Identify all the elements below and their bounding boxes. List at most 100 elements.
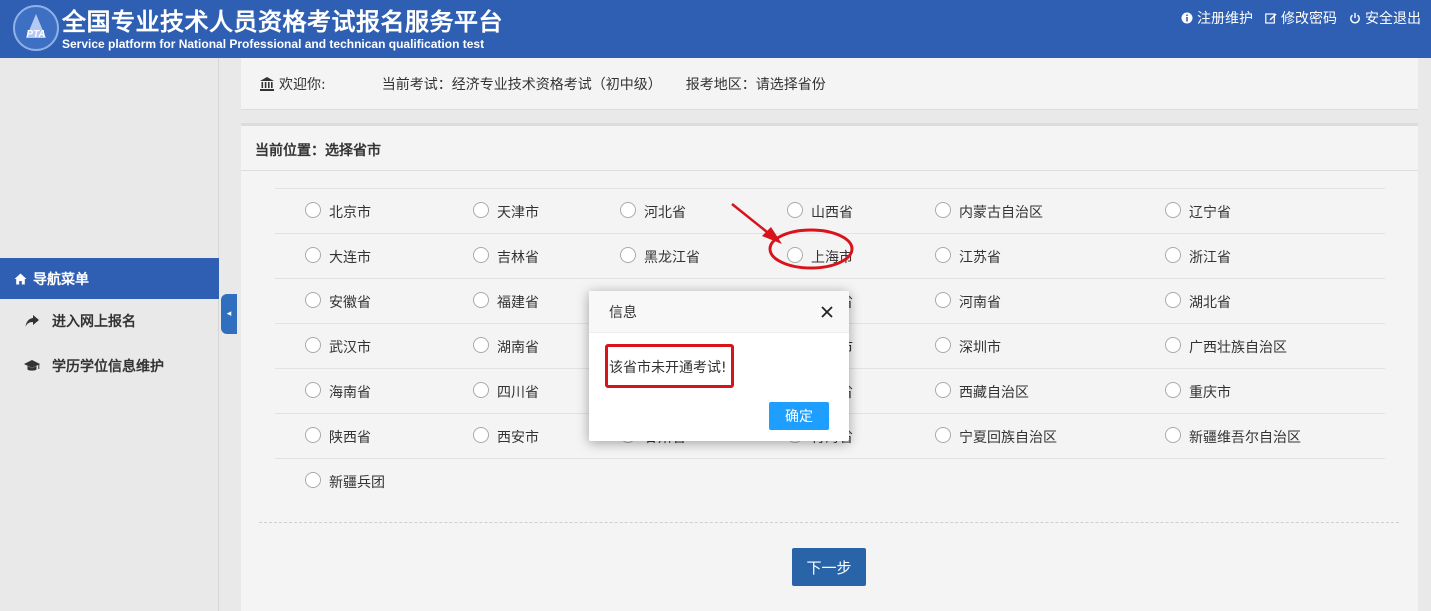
province-radio[interactable] xyxy=(1165,426,1181,443)
welcome-bar: 欢迎你: 当前考试：经济专业技术资格考试（初中级） 报考地区：请选择省份 xyxy=(241,58,1418,110)
province-option[interactable]: 重庆市 xyxy=(1165,369,1231,414)
province-label: 河南省 xyxy=(959,294,1001,311)
info-icon xyxy=(1181,12,1193,24)
province-radio[interactable] xyxy=(305,426,321,443)
province-radio[interactable] xyxy=(935,246,951,263)
province-option[interactable]: 宁夏回族自治区 xyxy=(935,414,1057,459)
province-label: 黑龙江省 xyxy=(644,249,700,266)
dashed-divider xyxy=(259,522,1399,523)
register-maintain-link[interactable]: 注册维护 xyxy=(1181,8,1253,28)
province-option[interactable]: 西藏自治区 xyxy=(935,369,1029,414)
change-password-label: 修改密码 xyxy=(1281,11,1337,27)
province-radio[interactable] xyxy=(473,336,489,353)
platform-title: 全国专业技术人员资格考试报名服务平台 xyxy=(62,8,503,36)
province-label: 新疆维吾尔自治区 xyxy=(1189,429,1301,446)
province-radio[interactable] xyxy=(1165,381,1181,398)
province-option[interactable]: 天津市 xyxy=(473,189,539,234)
province-radio[interactable] xyxy=(473,246,489,263)
top-links: 注册维护 修改密码 安全退出 xyxy=(1181,8,1421,28)
change-password-link[interactable]: 修改密码 xyxy=(1265,8,1337,28)
province-radio[interactable] xyxy=(305,381,321,398)
province-option[interactable]: 安徽省 xyxy=(305,279,371,324)
home-icon xyxy=(14,273,27,284)
province-radio[interactable] xyxy=(1165,246,1181,263)
province-label: 福建省 xyxy=(497,294,539,311)
province-radio[interactable] xyxy=(935,291,951,308)
province-option[interactable]: 新疆兵团 xyxy=(305,459,385,504)
edit-icon xyxy=(1265,13,1277,24)
province-radio[interactable] xyxy=(473,201,489,218)
sidebar-collapse-toggle[interactable]: ◂ xyxy=(221,294,237,334)
province-radio[interactable] xyxy=(1165,201,1181,218)
province-option[interactable]: 河北省 xyxy=(620,189,686,234)
province-option[interactable]: 广西壮族自治区 xyxy=(1165,324,1287,369)
graduation-cap-icon xyxy=(24,360,40,371)
logout-label: 安全退出 xyxy=(1365,11,1421,27)
province-option[interactable]: 海南省 xyxy=(305,369,371,414)
province-option[interactable]: 深圳市 xyxy=(935,324,1001,369)
province-option[interactable]: 西安市 xyxy=(473,414,539,459)
sidebar-item-online-registration[interactable]: 进入网上报名 xyxy=(0,299,219,343)
province-radio[interactable] xyxy=(305,336,321,353)
province-option[interactable]: 山西省 xyxy=(787,189,853,234)
province-option[interactable]: 吉林省 xyxy=(473,234,539,279)
close-icon[interactable] xyxy=(819,304,835,320)
province-label: 新疆兵团 xyxy=(329,474,385,491)
province-radio[interactable] xyxy=(473,381,489,398)
province-radio[interactable] xyxy=(787,246,803,263)
province-label: 湖南省 xyxy=(497,339,539,356)
current-exam: 当前考试：经济专业技术资格考试（初中级） xyxy=(381,76,662,93)
province-option[interactable]: 辽宁省 xyxy=(1165,189,1231,234)
province-radio[interactable] xyxy=(305,201,321,218)
province-radio[interactable] xyxy=(305,246,321,263)
province-option[interactable]: 福建省 xyxy=(473,279,539,324)
platform-subtitle: Service platform for National Profession… xyxy=(62,37,485,51)
next-step-button[interactable]: 下一步 xyxy=(792,548,866,586)
province-label: 深圳市 xyxy=(959,339,1001,356)
exam-region: 报考地区：请选择省份 xyxy=(685,76,826,93)
province-option[interactable]: 新疆维吾尔自治区 xyxy=(1165,414,1301,459)
province-radio[interactable] xyxy=(787,201,803,218)
province-option[interactable]: 上海市 xyxy=(787,234,853,279)
welcome-greeting: 欢迎你: xyxy=(279,76,326,93)
province-label: 天津市 xyxy=(497,204,539,221)
province-option[interactable]: 四川省 xyxy=(473,369,539,414)
info-dialog: 信息 该省市未开通考试! 确定 xyxy=(589,291,849,441)
province-radio[interactable] xyxy=(305,291,321,308)
province-option[interactable]: 北京市 xyxy=(305,189,371,234)
province-radio[interactable] xyxy=(935,201,951,218)
province-label: 江苏省 xyxy=(959,249,1001,266)
sidebar-item-label: 学历学位信息维护 xyxy=(52,359,164,375)
province-option[interactable]: 河南省 xyxy=(935,279,1001,324)
province-option[interactable]: 大连市 xyxy=(305,234,371,279)
province-radio[interactable] xyxy=(935,426,951,443)
sidebar-item-education-info[interactable]: 学历学位信息维护 xyxy=(0,344,219,388)
province-radio[interactable] xyxy=(620,201,636,218)
divider xyxy=(241,170,1418,171)
province-option[interactable]: 武汉市 xyxy=(305,324,371,369)
province-label: 辽宁省 xyxy=(1189,204,1231,221)
province-row: 大连市 吉林省 黑龙江省 上海市 江苏省 浙江省 xyxy=(275,233,1385,278)
province-radio[interactable] xyxy=(620,246,636,263)
province-label: 海南省 xyxy=(329,384,371,401)
province-option[interactable]: 内蒙古自治区 xyxy=(935,189,1043,234)
pta-logo: PTA xyxy=(13,5,59,51)
province-option[interactable]: 江苏省 xyxy=(935,234,1001,279)
province-option[interactable]: 湖南省 xyxy=(473,324,539,369)
logout-link[interactable]: 安全退出 xyxy=(1349,8,1421,28)
province-option[interactable]: 陕西省 xyxy=(305,414,371,459)
confirm-button[interactable]: 确定 xyxy=(769,402,829,430)
province-radio[interactable] xyxy=(1165,291,1181,308)
province-radio[interactable] xyxy=(1165,336,1181,353)
province-radio[interactable] xyxy=(935,336,951,353)
svg-text:PTA: PTA xyxy=(26,29,45,40)
province-radio[interactable] xyxy=(473,291,489,308)
province-radio[interactable] xyxy=(305,471,321,488)
province-option[interactable]: 湖北省 xyxy=(1165,279,1231,324)
province-label: 北京市 xyxy=(329,204,371,221)
province-option[interactable]: 浙江省 xyxy=(1165,234,1231,279)
province-radio[interactable] xyxy=(935,381,951,398)
province-label: 广西壮族自治区 xyxy=(1189,339,1287,356)
province-option[interactable]: 黑龙江省 xyxy=(620,234,700,279)
province-radio[interactable] xyxy=(473,426,489,443)
